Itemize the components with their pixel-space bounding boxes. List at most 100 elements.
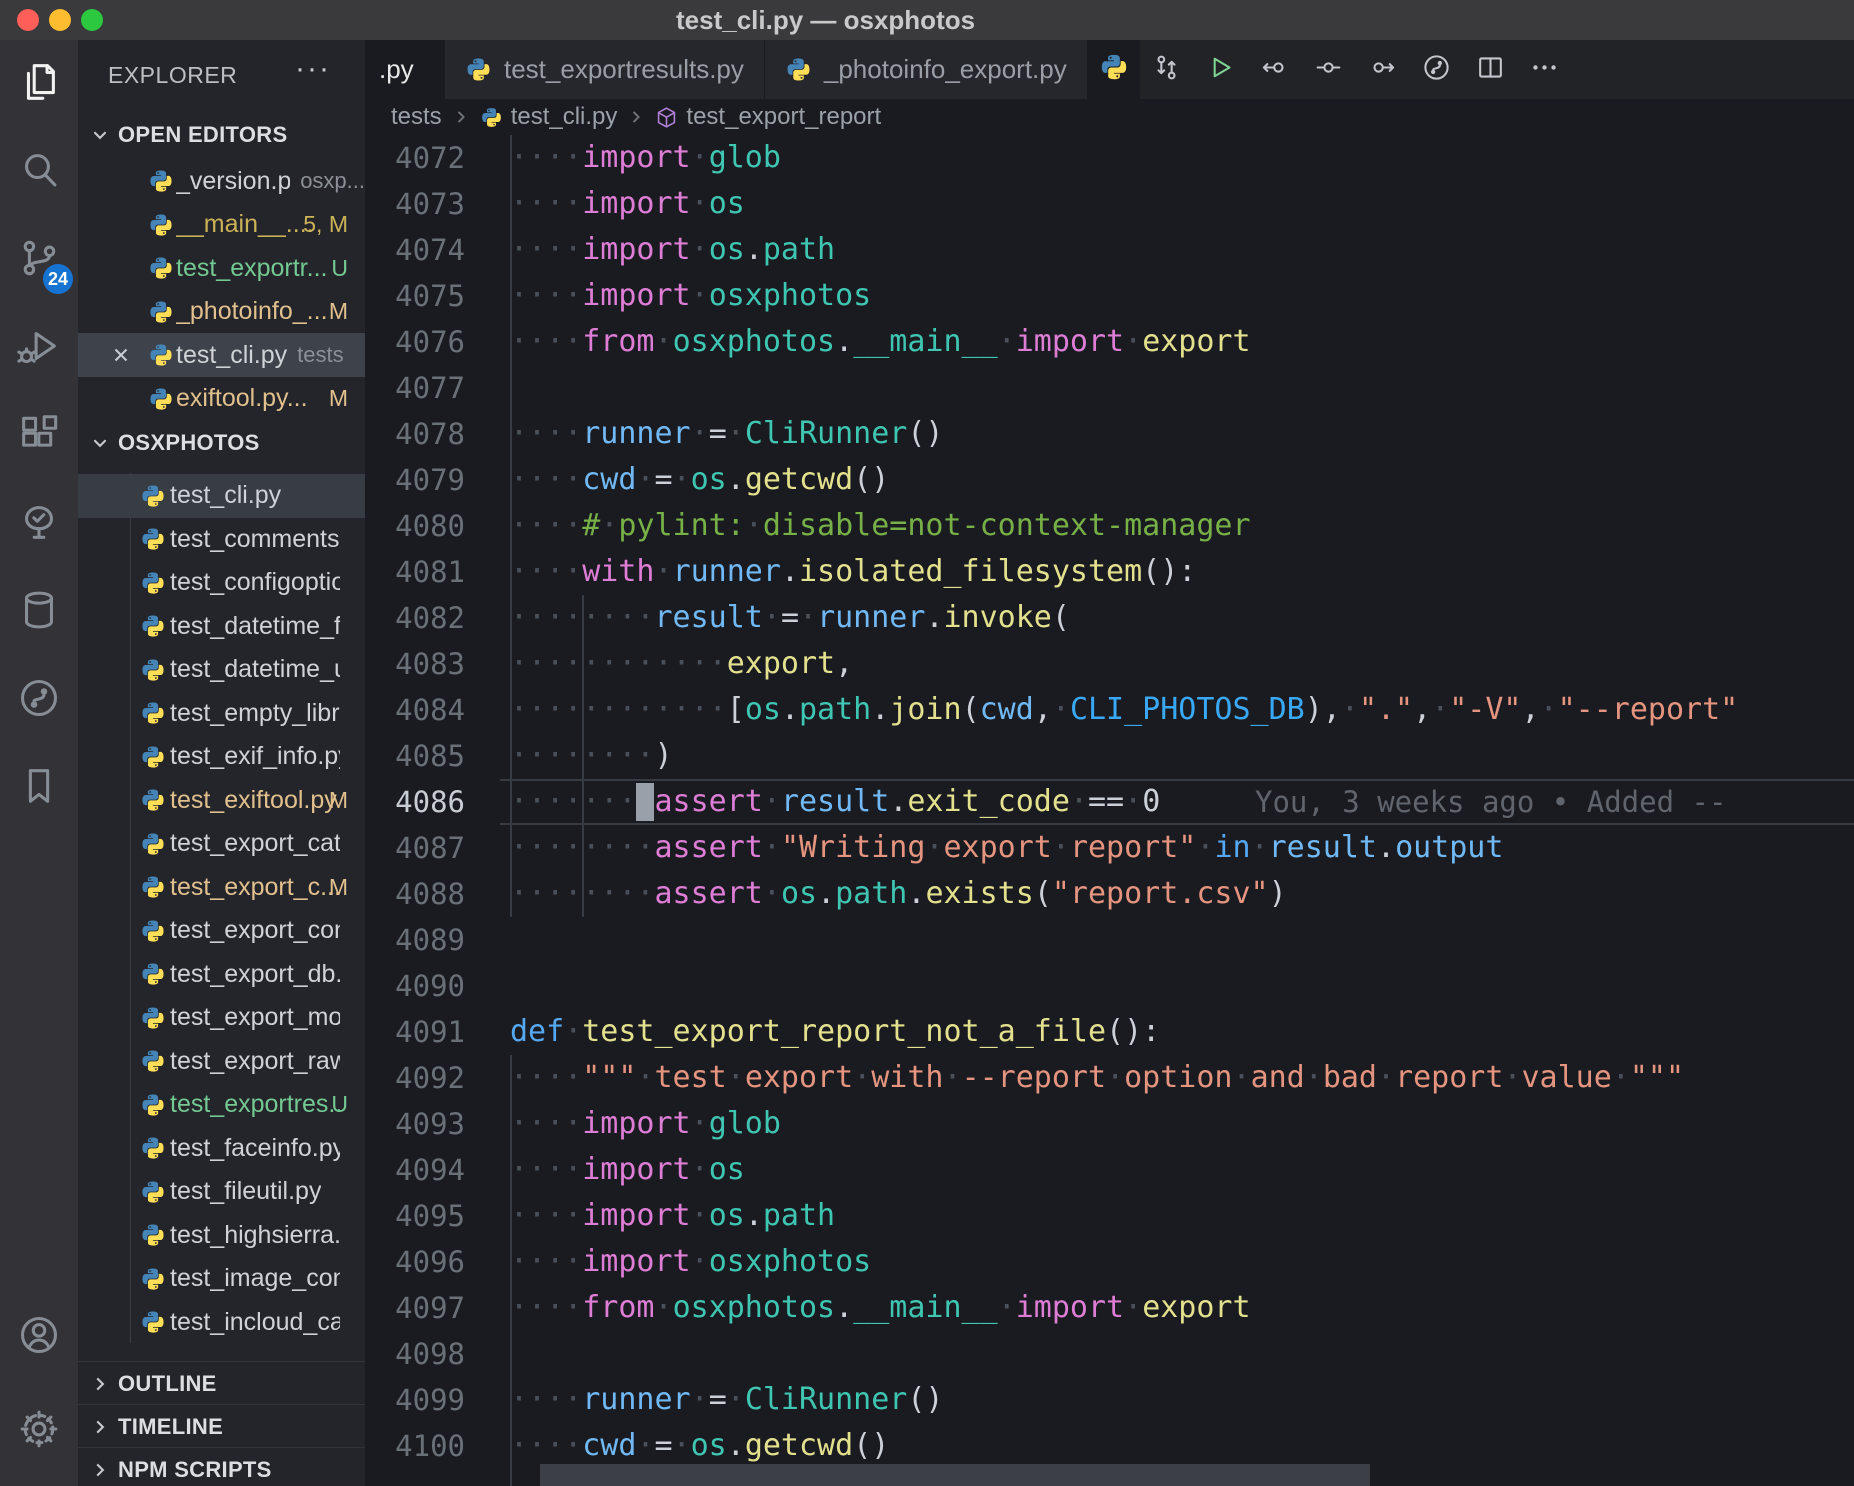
python-icon (148, 168, 174, 194)
section-header-outline[interactable]: OUTLINE (78, 1361, 365, 1406)
tree-item[interactable]: test_export_db.py (78, 952, 365, 996)
code-line[interactable]: 4090 (365, 963, 1854, 1009)
activity-source-control[interactable]: 24 (0, 216, 78, 304)
activity-extensions[interactable] (0, 392, 78, 480)
code-line[interactable]: 4077 (365, 365, 1854, 411)
activity-search[interactable] (0, 128, 78, 216)
zoom-window-button[interactable] (81, 9, 103, 31)
tree-item[interactable]: test_fileutil.py (78, 1170, 365, 1214)
line-content (510, 963, 1854, 1009)
toolbar-prev-change[interactable] (1248, 40, 1302, 99)
code-line[interactable]: 4088········assert·os.path.exists("repor… (365, 871, 1854, 917)
tree-item[interactable]: test_faceinfo.py (78, 1126, 365, 1170)
section-header-osxphotos[interactable]: OSXPHOTOS (78, 421, 365, 465)
toolbar-run[interactable] (1194, 40, 1248, 99)
tree-item[interactable]: test_exif_info.py (78, 735, 365, 779)
section-header-open-editors[interactable]: OPEN EDITORS (78, 113, 365, 157)
code-line[interactable]: 4076····from·osxphotos.__main__·import·e… (365, 319, 1854, 365)
open-editor-item[interactable]: test_cli.pytests (78, 333, 365, 377)
code-line[interactable]: 4081····with·runner.isolated_filesystem(… (365, 549, 1854, 595)
minimize-window-button[interactable] (49, 9, 71, 31)
text-cursor (636, 783, 654, 821)
editor-tab[interactable]: test_exportresults.py (445, 40, 765, 99)
tree-item-name: test_incloud_catali... (170, 1308, 340, 1337)
python-interpreter-button[interactable] (1088, 40, 1140, 99)
code-line[interactable]: 4084············[os.path.join(cwd,·CLI_P… (365, 687, 1854, 733)
code-line[interactable]: 4083············export, (365, 641, 1854, 687)
code-line[interactable]: 4095····import·os.path (365, 1193, 1854, 1239)
breadcrumb-item[interactable]: test_export_report (655, 103, 881, 131)
code-line[interactable]: 4099····runner·=·CliRunner() (365, 1377, 1854, 1423)
section-header-timeline[interactable]: TIMELINE (78, 1404, 365, 1449)
code-line[interactable]: 4079····cwd·=·os.getcwd() (365, 457, 1854, 503)
code-line[interactable]: 4091def·test_export_report_not_a_file(): (365, 1009, 1854, 1055)
code-line[interactable]: 4089 (365, 917, 1854, 963)
tree-item[interactable]: test_comments.py (78, 517, 365, 561)
tree-item[interactable]: test_configoptions.... (78, 561, 365, 605)
open-editor-item[interactable]: test_exportr...U (78, 246, 365, 290)
code-line[interactable]: 4094····import·os (365, 1147, 1854, 1193)
close-window-button[interactable] (17, 9, 39, 31)
editor-tab[interactable]: .py (365, 40, 445, 99)
code-editor[interactable]: 4072····import·glob4073····import·os4074… (365, 135, 1854, 1486)
code-line[interactable]: 4078····runner·=·CliRunner() (365, 411, 1854, 457)
activity-settings-gear[interactable] (0, 1384, 78, 1478)
activity-test-explorer[interactable] (0, 480, 78, 568)
code-line[interactable]: 4096····import·osxphotos (365, 1239, 1854, 1285)
toolbar-split-editor[interactable] (1464, 40, 1518, 99)
code-line[interactable]: 4092····"""·test·export·with·--report·op… (365, 1055, 1854, 1101)
tree-item[interactable]: test_incloud_catali... (78, 1300, 365, 1344)
tree-item[interactable]: test_highsierra.py (78, 1213, 365, 1257)
activity-account[interactable] (0, 1290, 78, 1384)
tree-item[interactable]: test_export_c...M (78, 865, 365, 909)
activity-files[interactable] (0, 40, 78, 128)
editor-tab[interactable]: _photoinfo_export.py (765, 40, 1088, 99)
prev-change-icon (1259, 52, 1290, 88)
code-line[interactable]: 4093····import·glob (365, 1101, 1854, 1147)
code-line[interactable]: 4075····import·osxphotos (365, 273, 1854, 319)
activity-git-graph[interactable] (0, 656, 78, 744)
tree-item[interactable]: test_datetime_utils.... (78, 648, 365, 692)
open-editor-item[interactable]: __main__....5, M (78, 203, 365, 247)
toolbar-compare-changes[interactable] (1140, 40, 1194, 99)
toolbar-changes[interactable] (1302, 40, 1356, 99)
close-icon[interactable] (110, 344, 132, 366)
open-editor-item[interactable]: _photoinfo_...M (78, 290, 365, 334)
code-line[interactable]: 4097····from·osxphotos.__main__·import·e… (365, 1285, 1854, 1331)
code-line[interactable]: 4072····import·glob (365, 135, 1854, 181)
tree-item[interactable]: test_exportres...U (78, 1083, 365, 1127)
code-line[interactable]: 4082········result·=·runner.invoke( (365, 595, 1854, 641)
section-header-npm-scripts[interactable]: NPM SCRIPTS (78, 1447, 365, 1486)
open-editor-item[interactable]: exiftool.py...M (78, 377, 365, 421)
toolbar-more-actions[interactable] (1518, 40, 1572, 99)
tree-item[interactable]: test_datetime_form... (78, 604, 365, 648)
code-line[interactable]: 4074····import·os.path (365, 227, 1854, 273)
toolbar-gitlens[interactable] (1410, 40, 1464, 99)
tree-item[interactable]: test_cli.py (78, 474, 365, 518)
code-line[interactable]: 4086········assert·result.exit_code·==·0… (365, 779, 1854, 825)
activity-database[interactable] (0, 568, 78, 656)
breadcrumb-item[interactable]: test_cli.py (480, 103, 618, 131)
horizontal-scrollbar[interactable] (540, 1464, 1370, 1486)
tree-item[interactable]: test_export_catalin... (78, 822, 365, 866)
code-line[interactable]: 4080····#·pylint:·disable=not-context-ma… (365, 503, 1854, 549)
tree-item[interactable]: test_empty_library_... (78, 691, 365, 735)
tree-item[interactable]: test_exiftool.pyM (78, 778, 365, 822)
python-icon (140, 961, 166, 987)
more-actions-icon[interactable]: ··· (295, 52, 331, 86)
code-line[interactable]: 4098 (365, 1331, 1854, 1377)
tree-item[interactable]: test_export_mojave... (78, 996, 365, 1040)
files-icon (16, 59, 62, 110)
code-line[interactable]: 4073····import·os (365, 181, 1854, 227)
activity-bookmarks[interactable] (0, 744, 78, 832)
tree-item[interactable]: test_export_conver... (78, 909, 365, 953)
code-line[interactable]: 4087········assert·"Writing·export·repor… (365, 825, 1854, 871)
code-line[interactable]: 4085········) (365, 733, 1854, 779)
tree-item[interactable]: test_image_convert... (78, 1257, 365, 1301)
toolbar-next-change[interactable] (1356, 40, 1410, 99)
open-editor-item[interactable]: _version.pyosxp... (78, 159, 365, 203)
breadcrumb-item[interactable]: tests (391, 103, 442, 131)
tree-item[interactable]: test_export_raw_ca... (78, 1039, 365, 1083)
code-line[interactable]: 4100····cwd·=·os.getcwd() (365, 1423, 1854, 1469)
activity-run-debug[interactable] (0, 304, 78, 392)
